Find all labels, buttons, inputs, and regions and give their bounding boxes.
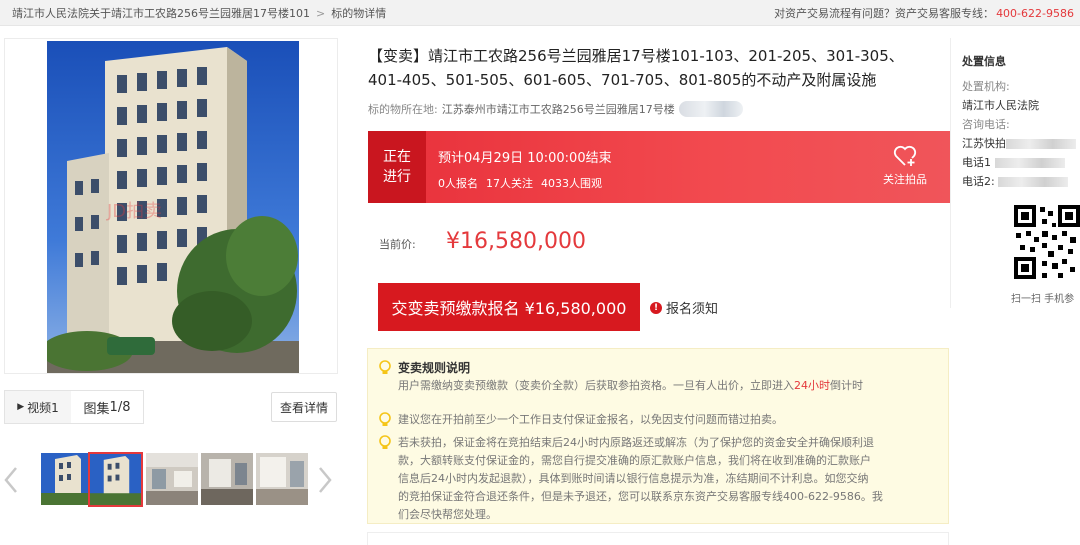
auction-deadline: 预计04月29日 10:00:00结束 [438,151,612,166]
redacted-info [678,101,743,117]
rules-intro-highlight: 24小时 [794,379,830,392]
viewer-count: 4033人围观 [541,177,602,190]
disposal-phone1-label: 电话1 [962,156,991,169]
disposal-phone2-row: 电话2: [962,173,1069,189]
rule-tip-1-text: 建议您在开拍前至少一个工作日支付保证金报名，以免因支付问题而错过拍卖。 [398,413,783,426]
rule-tip-2-line-3: 信息后24小时内发起退款），具体到账时间请以银行信息提示为准，冻结期间不计利息。… [398,472,869,485]
location-label: 标的物所在地: [368,103,438,116]
rules-panel: 变卖规则说明 用户需缴纳变卖预缴款（变卖价全款）后获取参拍资格。一旦有人出价，立… [367,348,949,524]
exclamation-icon: ! [650,301,662,314]
chevron-left-icon[interactable] [2,462,20,498]
status-line-2: 进行 [383,169,411,185]
disposal-title: 处置信息 [962,55,1006,68]
heart-plus-icon [893,145,917,166]
rule-tip-2-line-4: 的竞拍保证金符合退还条件，但是未予退还，您可以联系京东资产交易客服专线400-6… [398,490,883,503]
tab-video[interactable]: ▶ 视频1 [5,391,71,423]
breadcrumb-separator: > [316,6,326,20]
disposal-phone-row: 江苏快拍 [962,135,1076,151]
lightbulb-icon [379,360,391,374]
deposit-signup-button[interactable]: 交变卖预缴款报名 ¥16,580,000 [378,283,640,331]
tab-images-label: 图集 [83,401,110,417]
follower-count: 17人关注 [486,177,533,190]
disposal-org-label: 处置机构: [962,80,1010,93]
tab-images[interactable]: 图集 1/8 [71,391,143,423]
view-detail-button[interactable]: 查看详情 [271,392,337,422]
follow-label: 关注拍品 [883,173,927,186]
redacted-info [1006,139,1076,149]
next-section-edge [367,532,949,545]
notice-label: 报名须知 [666,302,719,317]
tab-video-label: 视频1 [27,400,59,415]
rules-intro-after: 倒计时 [830,379,863,392]
service-hotline-bar: 对资产交易流程有问题？资产交易客服专线： 400-622-9586 [774,5,1074,21]
watermark-text: JD拍卖 [106,201,162,222]
lightbulb-icon [379,412,391,426]
breadcrumb-item-auction[interactable]: 靖江市人民法院关于靖江市工农路256号兰园雅居17号楼101 [12,5,310,21]
rules-intro-before: 用户需缴纳变卖预缴款（变卖价全款）后获取参拍资格。一旦有人出价，立即进入 [398,379,794,392]
rule-tip-2-line-5: 们会尽快帮您处理。 [398,508,497,521]
media-tabs: ▶ 视频1 图集 1/8 [4,390,144,424]
disposal-phone1-row: 电话1 [962,154,1065,170]
thumbnail-building-1[interactable] [41,453,93,505]
redacted-info [998,177,1069,187]
rule-tip-2-text: 若未获拍，保证金将在竞拍结束后24小时内原路返还或解冻（为了保护您的资金安全并确… [398,434,943,524]
qr-caption: 扫一扫 手机参 [1011,294,1075,305]
thumbnail-building-2[interactable] [88,452,143,507]
auction-status-bar: 正在 进行 预计04月29日 10:00:00结束 0人报名 17人关注 4033人… [368,131,950,203]
thumbnail-interior-3[interactable] [256,453,308,505]
main-building-photo[interactable]: JD拍卖 [47,41,299,373]
listing-location: 标的物所在地: 江苏泰州市靖江市工农路256号兰园雅居17号楼 [368,101,743,117]
listing-title: 【变卖】靖江市工农路256号兰园雅居17号楼101-103、201-205、30… [368,47,904,89]
rule-tip-2-line-1: 若未获拍，保证金将在竞拍结束后24小时内原路返还或解冻（为了保护您的资金安全并确… [398,436,874,449]
redacted-info [994,158,1065,168]
status-badge: 正在 进行 [368,131,426,203]
signup-notice-link[interactable]: ! 报名须知 [650,298,718,317]
play-icon: ▶ [17,402,25,412]
lightbulb-icon [379,435,391,449]
thumbnail-interior-2[interactable] [201,453,253,505]
service-question-text: 对资产交易流程有问题？资产交易客服专线： [774,7,995,20]
hotline-number[interactable]: 400-622-9586 [996,7,1074,20]
rule-tip-2-line-2: 款，大额转账支付保证金的，需您自行提交准确的原汇款账户信息，我们将在收到准确的汇… [398,454,871,467]
current-price: ¥16,580,000 [446,229,586,254]
follow-item-button[interactable]: 关注拍品 [876,145,934,187]
tab-images-index: 1/8 [109,399,131,415]
disposal-phone-value: 江苏快拍 [962,137,1006,150]
status-line-1: 正在 [383,149,411,165]
top-bar: 靖江市人民法院关于靖江市工农路256号兰园雅居17号楼101 > 标的物详情 对… [0,0,1080,26]
disposal-phone2-label: 电话2: [962,175,995,188]
breadcrumb-item-detail[interactable]: 标的物详情 [331,5,386,21]
auction-stats: 0人报名 17人关注 4033人围观 [438,175,610,191]
breadcrumb: 靖江市人民法院关于靖江市工农路256号兰园雅居17号楼101 > 标的物详情 [12,5,386,21]
chevron-right-icon[interactable] [316,462,334,498]
main-image-frame: JD拍卖 [4,38,338,374]
rules-title: 变卖规则说明 [398,361,471,375]
current-price-label: 当前价: [379,238,416,251]
location-value: 江苏泰州市靖江市工农路256号兰园雅居17号楼 [441,103,675,116]
disposal-org-value[interactable]: 靖江市人民法院 [962,97,1039,113]
thumbnail-interior-1[interactable] [146,453,198,505]
thumbnail-strip [0,448,345,512]
disposal-phone-label: 咨询电话: [962,118,1010,131]
signup-count: 0人报名 [438,177,478,190]
rules-intro-text: 用户需缴纳变卖预缴款（变卖价全款）后获取参拍资格。一旦有人出价，立即进入24小时… [398,377,938,395]
qr-code-icon[interactable] [1012,203,1080,283]
